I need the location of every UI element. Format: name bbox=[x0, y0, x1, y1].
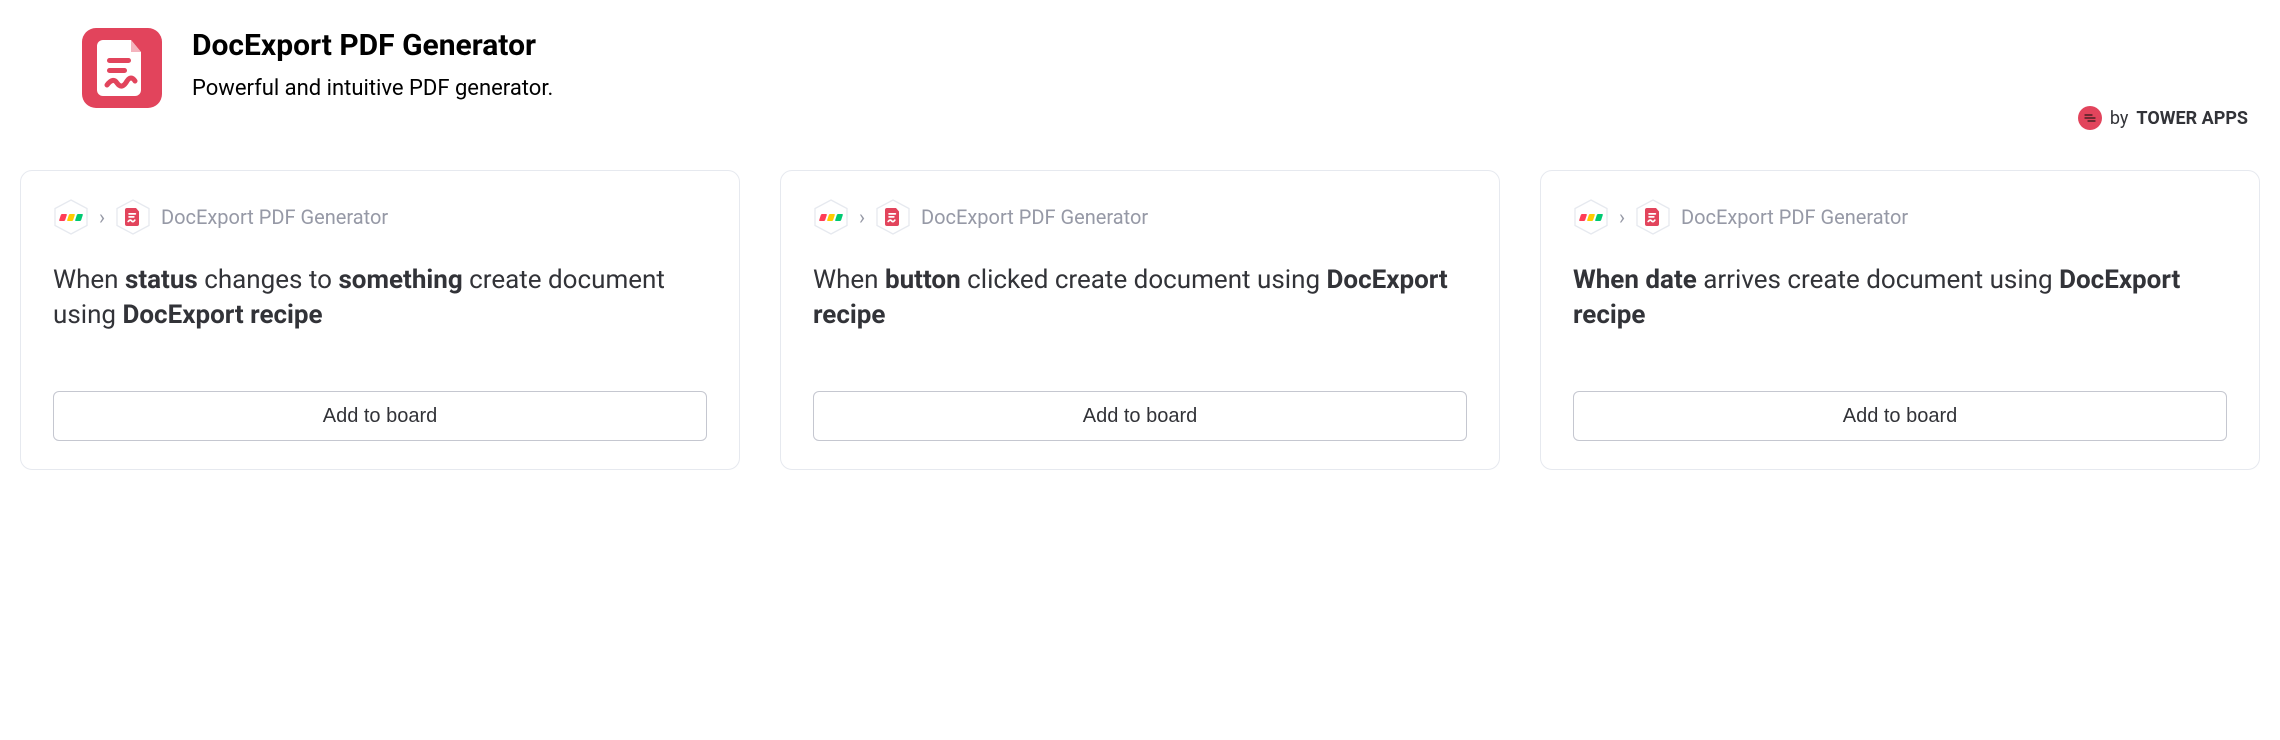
app-subtitle: Powerful and intuitive PDF generator. bbox=[192, 76, 553, 101]
card-breadcrumb: › DocExport PDF Generator bbox=[53, 199, 707, 235]
breadcrumb-app-name: DocExport PDF Generator bbox=[1681, 205, 1908, 229]
docexport-app-icon bbox=[115, 199, 151, 235]
monday-app-icon bbox=[1573, 199, 1609, 235]
chevron-right-icon: › bbox=[99, 207, 105, 227]
monday-logo-icon bbox=[61, 214, 82, 221]
app-title: DocExport PDF Generator bbox=[192, 28, 553, 64]
breadcrumb-app-name: DocExport PDF Generator bbox=[161, 205, 388, 229]
document-icon bbox=[125, 208, 141, 226]
automation-card: › DocExport PDF Generator When date arri… bbox=[1540, 170, 2260, 470]
automation-sentence[interactable]: When status changes to something create … bbox=[53, 263, 707, 367]
docexport-app-icon bbox=[1635, 199, 1671, 235]
vendor-badge-icon bbox=[2078, 106, 2102, 130]
docexport-app-icon bbox=[875, 199, 911, 235]
card-breadcrumb: › DocExport PDF Generator bbox=[813, 199, 1467, 235]
vendor-by: by bbox=[2110, 108, 2129, 129]
automation-card: › DocExport PDF Generator When button cl… bbox=[780, 170, 1500, 470]
monday-app-icon bbox=[53, 199, 89, 235]
header-text: DocExport PDF Generator Powerful and int… bbox=[192, 28, 553, 101]
automation-sentence[interactable]: When date arrives create document using … bbox=[1573, 263, 2227, 367]
vendor-name: TOWER APPS bbox=[2136, 108, 2248, 129]
add-to-board-button[interactable]: Add to board bbox=[53, 391, 707, 441]
vendor-link[interactable]: by TOWER APPS bbox=[2078, 106, 2248, 130]
cards-row: › DocExport PDF Generator When status ch… bbox=[20, 170, 2260, 470]
add-to-board-button[interactable]: Add to board bbox=[813, 391, 1467, 441]
chevron-right-icon: › bbox=[859, 207, 865, 227]
monday-logo-icon bbox=[821, 214, 842, 221]
app-icon bbox=[82, 28, 162, 108]
monday-app-icon bbox=[813, 199, 849, 235]
monday-logo-icon bbox=[1581, 214, 1602, 221]
document-icon bbox=[1645, 208, 1661, 226]
automation-card: › DocExport PDF Generator When status ch… bbox=[20, 170, 740, 470]
page-header: DocExport PDF Generator Powerful and int… bbox=[20, 28, 2260, 170]
header-left: DocExport PDF Generator Powerful and int… bbox=[82, 28, 553, 108]
card-breadcrumb: › DocExport PDF Generator bbox=[1573, 199, 2227, 235]
add-to-board-button[interactable]: Add to board bbox=[1573, 391, 2227, 441]
automation-sentence[interactable]: When button clicked create document usin… bbox=[813, 263, 1467, 367]
breadcrumb-app-name: DocExport PDF Generator bbox=[921, 205, 1148, 229]
chevron-right-icon: › bbox=[1619, 207, 1625, 227]
document-icon bbox=[885, 208, 901, 226]
document-icon bbox=[97, 40, 147, 96]
